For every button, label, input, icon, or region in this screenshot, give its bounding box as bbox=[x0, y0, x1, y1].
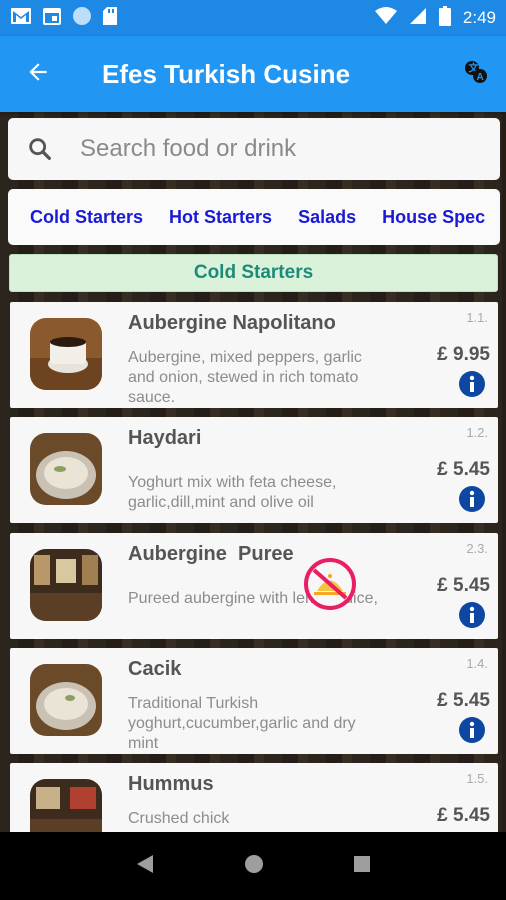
item-description: Crushed chick bbox=[128, 810, 230, 827]
tab-salads[interactable]: Salads bbox=[285, 207, 369, 228]
item-name: Hummus bbox=[128, 773, 214, 795]
item-description: Aubergine, mixed peppers, garlic and oni… bbox=[128, 349, 362, 406]
info-button[interactable] bbox=[458, 485, 486, 513]
menu-item[interactable]: Cacik Traditional Turkish yoghurt,cucumb… bbox=[10, 648, 498, 754]
unavailable-icon bbox=[302, 556, 358, 617]
item-photo bbox=[30, 549, 102, 621]
item-name: Aubergine Napolitano bbox=[128, 312, 336, 334]
nav-recents-icon[interactable] bbox=[353, 855, 371, 878]
search-input[interactable]: Search food or drink bbox=[8, 118, 500, 180]
info-button[interactable] bbox=[458, 370, 486, 398]
calendar-icon bbox=[42, 6, 62, 31]
tab-hot-starters[interactable]: Hot Starters bbox=[156, 207, 285, 228]
menu-item[interactable]: Aubergine Napolitano Aubergine, mixed pe… bbox=[10, 302, 498, 408]
info-icon bbox=[459, 602, 485, 628]
tab-cold-starters[interactable]: Cold Starters bbox=[8, 207, 156, 228]
arrow-back-icon bbox=[25, 59, 51, 90]
battery-icon bbox=[438, 5, 451, 31]
menu-item[interactable]: Aubergine Puree Pureed aubergine with le… bbox=[10, 533, 498, 639]
menu-item[interactable]: Hummus Crushed chick 1.5. £ 5.45 bbox=[10, 763, 498, 832]
item-photo bbox=[30, 433, 102, 505]
nav-home-icon[interactable] bbox=[243, 853, 265, 880]
info-icon bbox=[459, 486, 485, 512]
item-price: £ 9.95 bbox=[437, 344, 490, 365]
item-code: 2.3. bbox=[466, 541, 488, 556]
item-photo bbox=[30, 779, 102, 832]
info-icon bbox=[459, 717, 485, 743]
info-button[interactable] bbox=[458, 601, 486, 629]
sd-card-icon bbox=[102, 6, 118, 31]
item-price: £ 5.45 bbox=[437, 690, 490, 711]
system-nav-bar bbox=[0, 832, 506, 900]
item-description: Yoghurt mix with feta cheese, garlic,dil… bbox=[128, 474, 337, 511]
menu-item[interactable]: Haydari Yoghurt mix with feta cheese, ga… bbox=[10, 417, 498, 523]
item-photo bbox=[30, 664, 102, 736]
item-photo bbox=[30, 318, 102, 390]
section-header: Cold Starters bbox=[9, 254, 498, 292]
item-price: £ 5.45 bbox=[437, 575, 490, 596]
tab-house-specials[interactable]: House Spec bbox=[369, 207, 498, 228]
info-button[interactable] bbox=[458, 716, 486, 744]
item-price: £ 5.45 bbox=[437, 459, 490, 480]
signal-icon bbox=[409, 7, 427, 30]
wifi-icon bbox=[374, 6, 397, 30]
translate-icon: 文A bbox=[462, 58, 490, 91]
category-tabs[interactable]: Cold Starters Hot Starters Salads House … bbox=[8, 189, 500, 245]
item-code: 1.1. bbox=[466, 310, 488, 325]
status-time: 2:49 bbox=[462, 8, 496, 27]
section-title: Cold Starters bbox=[193, 262, 314, 283]
svg-text:A: A bbox=[477, 72, 484, 83]
info-icon bbox=[459, 371, 485, 397]
back-button[interactable] bbox=[0, 36, 76, 112]
search-icon bbox=[8, 135, 72, 163]
menu-content[interactable]: Search food or drink Cold Starters Hot S… bbox=[0, 112, 506, 832]
item-code: 1.5. bbox=[466, 771, 488, 786]
search-placeholder: Search food or drink bbox=[80, 135, 297, 162]
item-description: Traditional Turkish yoghurt,cucumber,gar… bbox=[128, 695, 356, 752]
item-name: Cacik bbox=[128, 658, 182, 680]
nav-back-icon[interactable] bbox=[135, 853, 155, 880]
item-name: Haydari bbox=[128, 427, 202, 449]
circle-icon bbox=[72, 6, 92, 31]
app-bar: Efes Turkish Cusine 文A bbox=[0, 36, 506, 112]
item-price: £ 5.45 bbox=[437, 805, 490, 826]
status-bar: 2:49 bbox=[0, 0, 506, 36]
item-name: Aubergine Puree bbox=[128, 543, 294, 565]
gmail-icon bbox=[10, 7, 32, 30]
item-code: 1.2. bbox=[466, 425, 488, 440]
page-title: Efes Turkish Cusine bbox=[102, 58, 351, 89]
translate-button[interactable]: 文A bbox=[446, 36, 506, 112]
item-code: 1.4. bbox=[466, 656, 488, 671]
